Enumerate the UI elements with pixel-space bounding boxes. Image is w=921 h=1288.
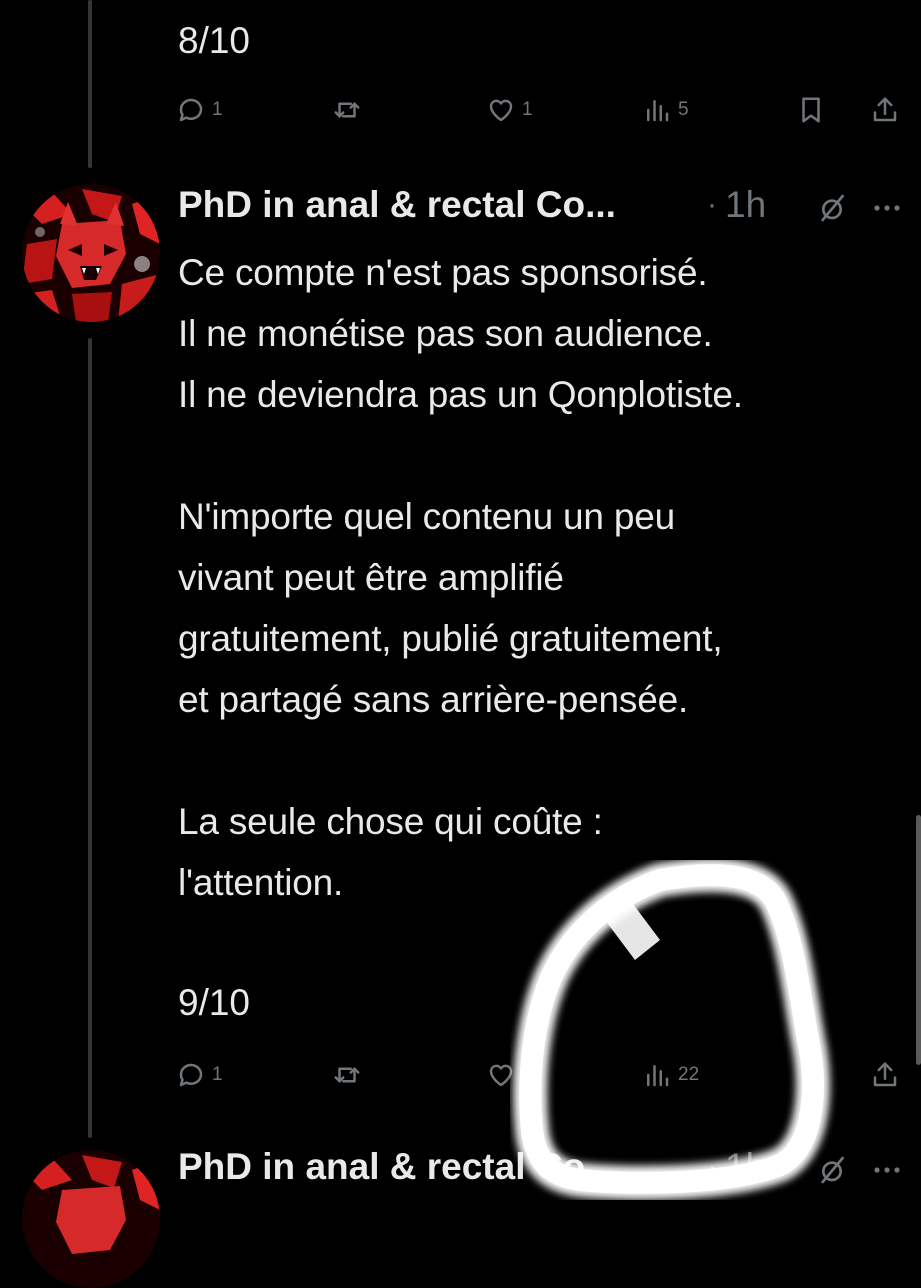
action-bar: 1 5 22 <box>0 1055 921 1095</box>
heart-icon <box>486 95 516 125</box>
repost-icon <box>332 95 362 125</box>
thread-counter-prev: 8/10 <box>178 20 251 61</box>
thread-line-middle <box>88 338 92 1138</box>
bookmark-icon <box>796 1060 826 1090</box>
scrollbar[interactable] <box>916 815 921 1065</box>
more-icon[interactable] <box>872 194 902 222</box>
grok-icon[interactable] <box>816 1154 848 1186</box>
post-line: La seule chose qui coûte : <box>178 801 603 842</box>
share-button[interactable] <box>870 1055 900 1095</box>
reply-icon <box>176 95 206 125</box>
like-count: 1 <box>522 99 533 120</box>
post-line <box>178 730 743 791</box>
timestamp[interactable]: 1h <box>725 1146 766 1188</box>
bookmark-icon <box>796 95 826 125</box>
reply-button[interactable]: 1 <box>176 1055 223 1095</box>
post-line: Il ne monétise pas son audience. <box>178 313 713 354</box>
avatar[interactable] <box>22 184 160 322</box>
post-line: l'attention. <box>178 862 344 903</box>
reply-button[interactable]: 1 <box>176 90 223 130</box>
views-button[interactable]: 22 <box>642 1055 699 1095</box>
reply-count: 1 <box>212 99 223 120</box>
post-header-next: PhD in anal & rectal Co... · 1h <box>178 1146 900 1194</box>
author-name[interactable]: PhD in anal & rectal Co... <box>178 1146 616 1188</box>
avatar-next[interactable] <box>22 1150 160 1288</box>
post-body: Ce compte n'est pas sponsorisé. Il ne mo… <box>178 242 743 913</box>
repost-icon <box>332 1060 362 1090</box>
separator-dot: · <box>707 188 717 221</box>
bookmark-button[interactable] <box>796 90 826 130</box>
views-icon <box>642 95 672 125</box>
post-line: Il ne deviendra pas un Qonplotiste. <box>178 374 743 415</box>
reply-count: 1 <box>212 1064 223 1085</box>
views-icon <box>642 1060 672 1090</box>
views-count: 5 <box>678 99 689 120</box>
post-line: vivant peut être amplifié <box>178 557 564 598</box>
views-count: 22 <box>678 1064 700 1085</box>
author-name[interactable]: PhD in anal & rectal Co... <box>178 184 616 226</box>
more-icon[interactable] <box>872 1156 902 1184</box>
share-icon <box>870 95 900 125</box>
post-line: Ce compte n'est pas sponsorisé. <box>178 252 708 293</box>
reply-icon <box>176 1060 206 1090</box>
repost-button[interactable] <box>332 1055 368 1095</box>
thread-line-top <box>88 0 92 168</box>
like-button[interactable]: 5 <box>486 1055 533 1095</box>
heart-icon <box>486 1060 516 1090</box>
like-count: 5 <box>522 1064 533 1085</box>
post-line: N'importe quel contenu un peu <box>178 496 675 537</box>
action-bar-prev: 1 1 5 <box>0 90 921 130</box>
bookmark-button[interactable] <box>796 1055 826 1095</box>
share-icon <box>870 1060 900 1090</box>
share-button[interactable] <box>870 90 900 130</box>
thread-counter: 9/10 <box>178 982 251 1023</box>
timestamp[interactable]: 1h <box>725 184 766 226</box>
views-button[interactable]: 5 <box>642 90 689 130</box>
post-line: gratuitement, publié gratuitement, <box>178 618 723 659</box>
post-line: et partagé sans arrière-pensée. <box>178 679 689 720</box>
separator-dot: · <box>707 1150 717 1183</box>
repost-button[interactable] <box>332 90 368 130</box>
post-line <box>178 425 743 486</box>
grok-icon[interactable] <box>816 192 848 224</box>
post-header: PhD in anal & rectal Co... · 1h <box>178 184 900 232</box>
like-button[interactable]: 1 <box>486 90 533 130</box>
